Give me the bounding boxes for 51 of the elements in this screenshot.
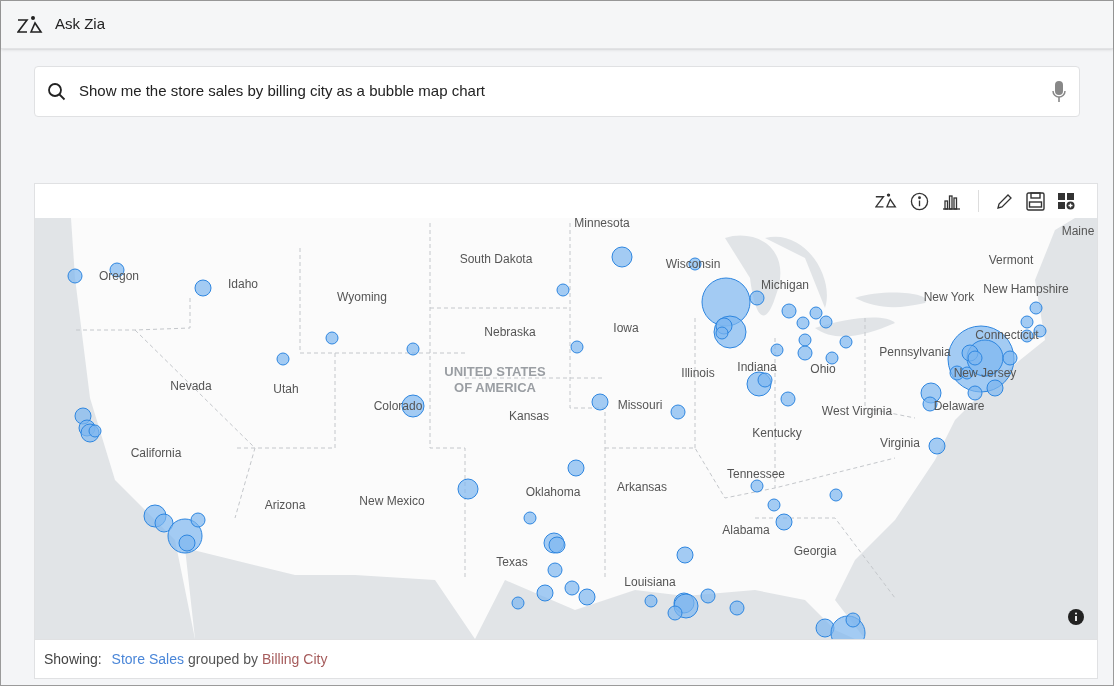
state-label: Michigan <box>761 279 809 291</box>
state-label: Arizona <box>264 499 306 511</box>
state-label: Minnesota <box>574 218 630 229</box>
info-icon[interactable] <box>1068 609 1084 625</box>
state-label: Nebraska <box>484 326 536 338</box>
state-label: Kansas <box>509 410 549 422</box>
footer-text: grouped by <box>187 649 259 669</box>
state-label: Illinois <box>681 367 715 379</box>
state-label: Nevada <box>170 380 212 392</box>
state-label: Idaho <box>228 278 258 290</box>
state-label: Alabama <box>722 524 770 536</box>
state-label: Vermont <box>988 254 1034 266</box>
add-widget-icon[interactable] <box>1058 192 1075 210</box>
state-label: Missouri <box>617 399 663 411</box>
state-label: Virginia <box>880 437 920 449</box>
search-query: Show me the store sales by billing city as a bubble map chart <box>79 81 487 102</box>
state-label: Oklahoma <box>525 486 581 498</box>
microphone-icon[interactable] <box>1051 79 1067 104</box>
country-label: UNITED STATES OF AMERICA <box>443 364 547 396</box>
state-label: Utah <box>273 383 299 395</box>
state-label: Indiana <box>737 361 777 373</box>
info-icon[interactable] <box>910 191 929 211</box>
state-label: Iowa <box>613 322 639 334</box>
state-label: New York <box>923 291 975 303</box>
state-label: Kentucky <box>752 427 802 439</box>
state-label: Georgia <box>793 545 837 557</box>
measure-link[interactable]: Store Sales <box>111 648 184 670</box>
state-label: Ohio <box>810 363 836 375</box>
pencil-icon[interactable] <box>996 192 1013 210</box>
state-label: Arkansas <box>617 481 667 493</box>
dimension-link[interactable]: Billing City <box>262 648 328 670</box>
bar-chart-icon[interactable] <box>942 192 961 210</box>
state-label: New Hampshire <box>983 283 1069 295</box>
zia-logo-icon[interactable] <box>875 193 897 209</box>
state-label: Maine <box>1061 225 1095 237</box>
state-label: New Mexico <box>359 495 425 507</box>
state-label: California <box>130 447 182 459</box>
state-label: Oregon <box>99 270 139 282</box>
zia-logo-icon <box>17 15 43 34</box>
state-label: South Dakota <box>459 253 533 265</box>
state-label: Louisiana <box>624 576 676 588</box>
state-label: Connecticut <box>975 329 1039 341</box>
app-title: Ask Zia <box>55 14 105 35</box>
state-label: New Jersey <box>953 367 1017 379</box>
search-field[interactable]: Show me the store sales by billing city as a bubble map chart <box>34 66 1080 117</box>
state-label: Tennessee <box>727 468 785 480</box>
state-label: West Virginia <box>821 405 893 417</box>
state-label: Texas <box>496 556 528 568</box>
search-icon <box>47 81 67 102</box>
state-label: Wyoming <box>337 291 387 303</box>
footer-label: Showing: <box>44 649 102 669</box>
